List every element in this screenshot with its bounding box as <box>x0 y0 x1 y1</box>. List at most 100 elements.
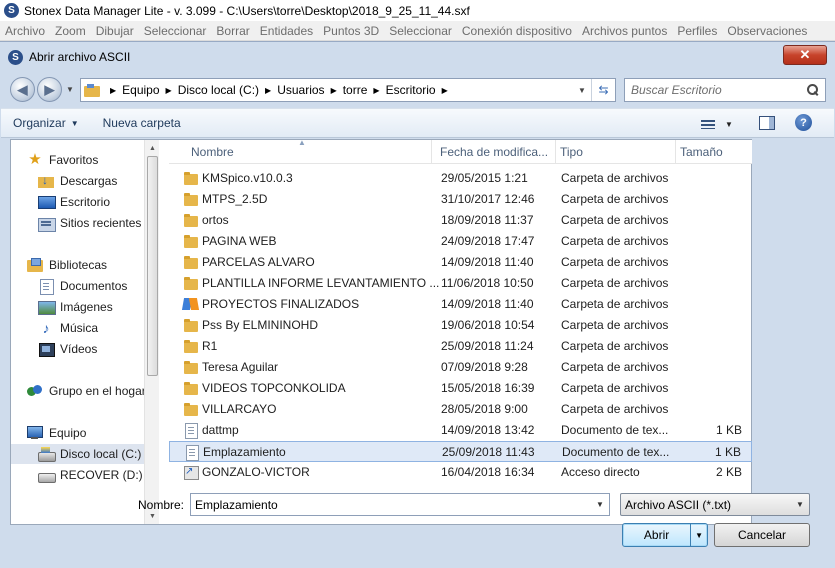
file-row[interactable]: MTPS_2.5D 31/10/2017 12:46 Carpeta de arch… <box>169 189 752 210</box>
chevron-down-icon[interactable]: ▼ <box>591 494 609 515</box>
file-row[interactable]: PLANTILLA INFORME LEVANTAMIENTO ... 11/06… <box>169 273 752 294</box>
search-icon[interactable] <box>807 84 819 96</box>
file-row[interactable]: VIDEOS TOPCONKOLIDA 15/05/2018 16:39 Carpe… <box>169 378 752 399</box>
file-row[interactable]: dattmp 14/09/2018 13:42 Documento de tex..… <box>169 420 752 441</box>
nav-item-label: Disco local (C:) <box>60 447 142 461</box>
menu-borrar[interactable]: Borrar <box>211 24 254 38</box>
file-size: 1 KB <box>715 423 742 437</box>
menu-puntos-3d[interactable]: Puntos 3D <box>318 24 384 38</box>
search-box[interactable] <box>624 78 826 102</box>
menu-seleccionar-2[interactable]: Seleccionar <box>384 24 457 38</box>
nav-item-label: Grupo en el hogar <box>49 384 146 398</box>
file-row[interactable]: PARCELAS ALVARO 14/09/2018 11:40 Carpeta d… <box>169 252 752 273</box>
column-label: Fecha de modifica... <box>440 145 549 159</box>
preview-pane-button[interactable] <box>759 116 775 130</box>
pane-splitter[interactable] <box>160 140 166 524</box>
search-input[interactable] <box>631 83 801 97</box>
folder-icon <box>183 381 199 395</box>
nav-item-label: Bibliotecas <box>49 258 108 272</box>
recent-locations-dropdown[interactable]: ▼ <box>66 85 76 95</box>
open-button[interactable]: Abrir ▼ <box>622 523 708 547</box>
menu-entidades[interactable]: Entidades <box>255 24 318 38</box>
file-name: Pss By ELMININOHD <box>202 318 319 332</box>
menu-archivo[interactable]: Archivo <box>0 24 50 38</box>
file-row[interactable]: Teresa Aguilar 07/09/2018 9:28 Carpeta de … <box>169 357 752 378</box>
file-name: Teresa Aguilar <box>202 360 279 374</box>
file-row[interactable]: PAGINA WEB 24/09/2018 17:47 Carpeta de arc… <box>169 231 752 252</box>
nav-sitios-recientes[interactable]: Sitios recientes <box>38 213 159 233</box>
open-options-dropdown[interactable]: ▼ <box>690 524 707 546</box>
menu-archivos-puntos[interactable]: Archivos puntos <box>577 24 672 38</box>
scrollbar-thumb[interactable] <box>147 156 158 376</box>
nav-item-label: RECOVER (D:) <box>60 468 143 482</box>
file-name: PAGINA WEB <box>202 234 277 248</box>
breadcrumb-usuarios[interactable]: Usuarios <box>277 83 324 97</box>
file-name-input[interactable] <box>191 497 586 512</box>
menu-zoom[interactable]: Zoom <box>50 24 91 38</box>
menu-perfiles[interactable]: Perfiles <box>672 24 722 38</box>
nav-escritorio[interactable]: Escritorio <box>38 192 159 212</box>
file-row[interactable]: ortos 18/09/2018 11:37 Carpeta de archivos <box>169 210 752 231</box>
menu-observaciones[interactable]: Observaciones <box>722 24 812 38</box>
chevron-right-icon[interactable]: ▶ <box>442 86 448 95</box>
stonex-logo-icon: S <box>4 3 19 18</box>
chevron-right-icon[interactable]: ▶ <box>110 86 116 95</box>
nav-musica[interactable]: ♪ Música <box>38 318 159 338</box>
nav-item-label: Descargas <box>60 174 118 188</box>
file-type: Carpeta de archivos <box>561 360 669 374</box>
nav-item-label: Sitios recientes <box>60 216 142 230</box>
file-row[interactable]: Emplazamiento 25/09/2018 11:43 Documento d… <box>169 441 752 462</box>
change-view-button[interactable]: ▼ <box>701 115 745 133</box>
nav-disco-local[interactable]: Disco local (C:) <box>11 444 145 464</box>
back-button[interactable]: ◀ <box>10 77 35 102</box>
nav-imagenes[interactable]: Imágenes <box>38 297 159 317</box>
nav-pane-scrollbar[interactable]: ▲ ▼ <box>144 140 159 524</box>
menu-seleccionar[interactable]: Seleccionar <box>139 24 212 38</box>
menu-conexion-dispositivo[interactable]: Conexión dispositivo <box>457 24 577 38</box>
nav-videos[interactable]: Vídeos <box>38 339 159 359</box>
file-type-select[interactable]: Archivo ASCII (*.txt) ▼ <box>620 493 810 516</box>
column-nombre[interactable]: Nombre ▲ <box>169 140 432 164</box>
nav-grupo-hogar[interactable]: Grupo en el hogar <box>27 381 159 401</box>
column-tipo[interactable]: Tipo <box>556 140 676 164</box>
cancel-button[interactable]: Cancelar <box>714 523 810 547</box>
breadcrumb-equipo[interactable]: Equipo <box>122 83 159 97</box>
file-row[interactable]: PROYECTOS FINALIZADOS 14/09/2018 11:40 Car… <box>169 294 752 315</box>
breadcrumb-disco-local[interactable]: Disco local (C:) <box>178 83 259 97</box>
forward-button[interactable]: ▶ <box>37 77 62 102</box>
nav-descargas[interactable]: Descargas <box>38 171 159 191</box>
breadcrumb-torre[interactable]: torre <box>343 83 368 97</box>
chevron-right-icon[interactable]: ▶ <box>166 86 172 95</box>
column-tamano[interactable]: Tamaño <box>676 140 752 164</box>
file-row[interactable]: KMSpico.v10.0.3 29/05/2015 1:21 Carpeta de… <box>169 168 752 189</box>
column-fecha[interactable]: Fecha de modifica... <box>436 140 556 164</box>
file-row[interactable]: VILLARCAYO 28/05/2018 9:00 Carpeta de arch… <box>169 399 752 420</box>
text-file-icon <box>184 445 200 461</box>
file-name: ortos <box>202 213 229 227</box>
nav-favoritos[interactable]: ★ Favoritos <box>27 150 159 170</box>
file-name-combobox[interactable]: ▼ <box>190 493 610 516</box>
new-folder-button[interactable]: Nueva carpeta <box>91 116 193 130</box>
file-date: 11/06/2018 10:50 <box>441 276 534 290</box>
chevron-right-icon[interactable]: ▶ <box>331 86 337 95</box>
nav-documentos[interactable]: Documentos <box>38 276 159 296</box>
refresh-button[interactable]: ⇆ <box>591 79 615 101</box>
file-list: Nombre ▲ Fecha de modifica... Tipo Tamañ… <box>169 140 752 524</box>
close-button[interactable]: ✕ <box>783 45 827 65</box>
file-name: Emplazamiento <box>203 445 286 459</box>
breadcrumb-escritorio[interactable]: Escritorio <box>386 83 436 97</box>
nav-recover-drive[interactable]: RECOVER (D:) <box>38 465 159 485</box>
file-row[interactable]: Pss By ELMININOHD 19/06/2018 10:54 Carpeta… <box>169 315 752 336</box>
file-row[interactable]: GONZALO-VICTOR 16/04/2018 16:34 Acceso dir… <box>169 462 752 483</box>
scroll-up-button[interactable]: ▲ <box>145 140 159 156</box>
chevron-right-icon[interactable]: ▶ <box>265 86 271 95</box>
help-button[interactable]: ? <box>795 114 812 131</box>
nav-bibliotecas[interactable]: Bibliotecas <box>27 255 159 275</box>
address-dropdown-button[interactable]: ▼ <box>573 79 591 101</box>
menu-dibujar[interactable]: Dibujar <box>91 24 139 38</box>
nav-equipo[interactable]: Equipo <box>27 423 159 443</box>
address-bar[interactable]: ▶ Equipo ▶ Disco local (C:) ▶ Usuarios ▶… <box>80 78 616 102</box>
chevron-right-icon[interactable]: ▶ <box>373 86 379 95</box>
organize-button[interactable]: Organizar ▼ <box>1 116 91 130</box>
file-row[interactable]: R1 25/09/2018 11:24 Carpeta de archivos <box>169 336 752 357</box>
